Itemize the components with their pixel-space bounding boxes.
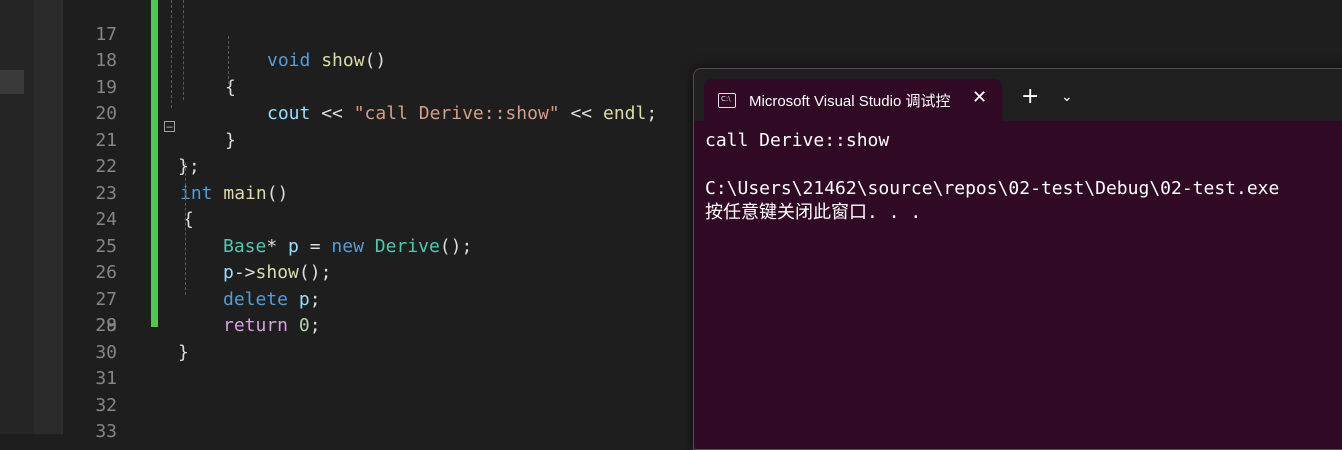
console-tab[interactable]: C:\ Microsoft Visual Studio 调试控 ✕ — [704, 79, 1002, 121]
line-number: 32 — [95, 394, 117, 416]
code-text: cout << "call Derive::show" << endl; — [267, 103, 658, 124]
code-line: 22 int main() — [63, 128, 288, 204]
console-line: call Derive::show — [705, 130, 890, 151]
indent-guide — [185, 163, 186, 295]
activity-selected-item[interactable] — [0, 70, 24, 94]
line-number: 33 — [95, 421, 117, 442]
code-line: 28 } — [63, 287, 189, 363]
chevron-down-icon[interactable]: ⌄ — [1061, 89, 1073, 105]
code-text: } — [225, 129, 236, 151]
code-line: 18 { — [63, 22, 236, 98]
code-line: 17 void show() — [63, 0, 386, 72]
code-line: 25 p->show(); — [63, 207, 331, 284]
close-icon[interactable]: ✕ — [972, 87, 987, 108]
indent-guide — [171, 0, 172, 108]
indent-guide — [228, 36, 229, 84]
line-number: 29 — [95, 315, 117, 336]
fold-minus-icon[interactable]: − — [164, 121, 175, 133]
glyph-margin — [35, 0, 62, 434]
code-text: Base* p = new Derive(); — [223, 235, 473, 257]
code-text: { — [225, 76, 236, 98]
code-line: 24 Base* p = new Derive(); — [63, 181, 472, 257]
code-text: p->show(); — [223, 262, 332, 283]
indent-guide — [183, 0, 184, 100]
change-indicator-bar — [151, 0, 158, 327]
code-line: 27 return 0; — [63, 260, 320, 337]
code-text: int main() — [180, 182, 289, 204]
code-line: 26 delete p; — [63, 234, 320, 310]
code-line: 19 cout << "call Derive::show" << endl; — [63, 48, 657, 125]
activity-strip — [0, 0, 34, 434]
terminal-icon: C:\ — [718, 93, 736, 108]
new-tab-plus-icon[interactable]: + — [1021, 86, 1039, 108]
code-text: } — [178, 341, 189, 363]
console-tab-bar: C:\ Microsoft Visual Studio 调试控 ✕ + ⌄ — [694, 69, 1342, 121]
console-line: C:\Users\21462\source\repos\02-test\Debu… — [705, 178, 1280, 199]
code-line: 21 }; — [63, 101, 199, 178]
console-window[interactable]: C:\ Microsoft Visual Studio 调试控 ✕ + ⌄ ca… — [693, 68, 1342, 450]
line-number: 31 — [95, 368, 117, 389]
code-text: delete p; — [223, 288, 321, 310]
code-line: 23 { — [63, 154, 194, 231]
code-text: return 0; — [223, 315, 321, 336]
console-line: 按任意键关闭此窗口. . . — [705, 202, 922, 223]
line-number: 30 — [95, 341, 117, 363]
code-text: void show() — [267, 50, 387, 71]
console-output: call Derive::showC:\Users\21462\source\r… — [705, 129, 1279, 225]
code-line: 20 } — [63, 75, 236, 151]
code-text: }; — [178, 156, 200, 177]
console-tab-title: Microsoft Visual Studio 调试控 — [749, 93, 951, 110]
